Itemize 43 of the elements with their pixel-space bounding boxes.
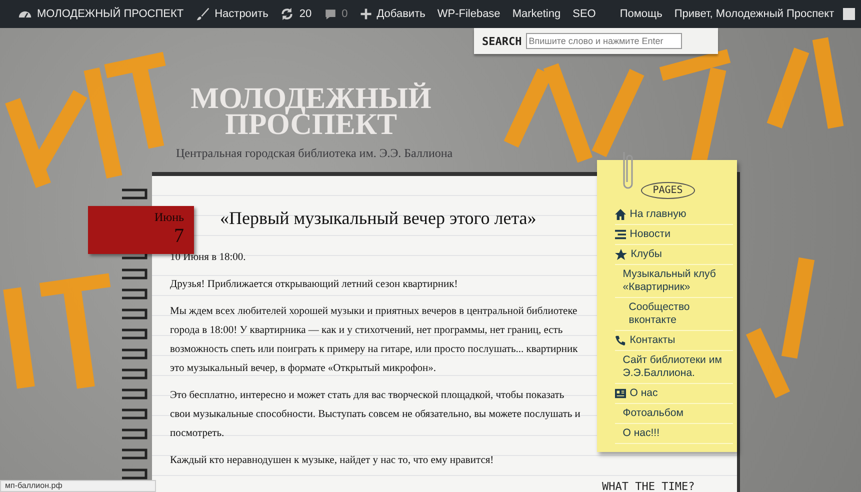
admin-bar-link[interactable]: Настроить [196,7,268,21]
post-paragraph: Это бесплатно, интересно и может стать для вас творческой площадкой, чтобы показать свои музыкальные способности. Выступать совсем не обязательно, вы можете послушать и посмотреть. [170,389,581,441]
site-tagline: Центральная городская библиотека им. Э.Э. Баллиона [176,146,454,161]
post-month: Июнь [154,210,184,225]
id-card-icon [614,388,626,399]
admin-bar-link[interactable]: 0 [324,8,348,20]
menu-item[interactable]: Контакты [614,331,733,351]
brush-icon [196,7,210,21]
post-title[interactable]: «Первый музыкальный вечер этого лета» [220,206,581,230]
star-icon [614,248,627,260]
menu-item[interactable]: Сообщество вконтакте [614,298,733,331]
menu-item[interactable]: Музыкальный клуб «Квартирник» [614,265,733,298]
account-link[interactable]: Привет, Молодежный Проспект [674,8,856,20]
menu-item[interactable]: Сайт библиотеки им Э.Э.Баллиона. [614,351,733,384]
avatar-icon [843,8,856,20]
menu-item[interactable]: На главную [614,205,733,225]
status-bar: мп-баллион.рф [0,480,156,492]
search-field[interactable]: Впишите слово и нажмите Enter [526,33,682,49]
admin-bar-link[interactable]: 20 [280,7,312,21]
widget-title: WHAT THE TIME? [602,480,695,492]
plus-icon [360,8,372,20]
post-paragraph: Друзья! Приближается открывающий летний сезон квартирник! [170,278,459,292]
post-day: 7 [174,225,184,248]
post-paragraph: Каждый кто неравнодушен к музыке, найдет у нас то, что ему нравится! [170,454,495,468]
home-icon [614,209,626,220]
admin-bar-link[interactable]: Добавить [360,8,426,20]
menu-item[interactable]: Клубы [614,245,733,265]
menu-item[interactable]: О нас!!! [614,424,733,444]
pages-heading: PAGES [640,182,695,199]
speech-bubble-icon [324,8,337,20]
admin-bar-link[interactable]: WP-Filebase [437,8,500,20]
post-paragraph: Мы ждем всех любителей хорошей музыки и приятных вечеров в центральной библиотеке города в 18:00! У квартирника — как и у стихотчений, нет программы, нет границ, есть возможность спеть или поиграть к примеру на гитаре, или просто послушать... квартирник это музыкальный вечер, в формате «Открытый микрофон». [170,305,579,376]
help-link[interactable]: Помощь [620,8,662,20]
search-label: SEARCH [482,34,522,48]
refresh-icon [280,7,294,21]
phone-icon [614,335,626,346]
admin-bar-link[interactable]: Marketing [512,8,561,20]
menu-item[interactable]: Фотоальбом [614,404,733,424]
menu-item[interactable]: О нас [614,384,733,404]
list-icon [614,229,626,240]
admin-bar-link[interactable]: МОЛОДЕЖНЫЙ ПРОСПЕКТ [18,7,184,21]
menu-item[interactable]: Новости [614,225,733,245]
admin-bar-link[interactable]: SEO [572,8,596,20]
